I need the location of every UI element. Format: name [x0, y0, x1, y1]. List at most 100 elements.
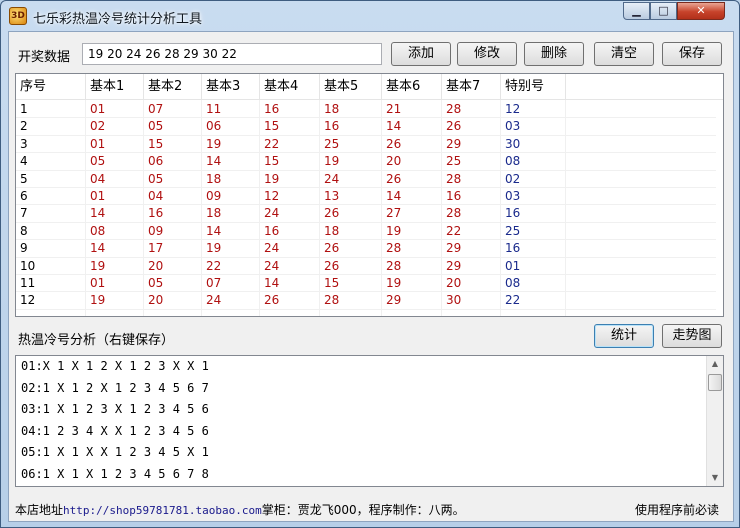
table-row[interactable]: 9 14 17 19 24 26 28 29 16 — [16, 240, 723, 257]
analysis-line: 02:1 X 1 2 X 1 2 3 4 5 6 7 — [21, 380, 209, 395]
basic-number-cell: 01 — [90, 136, 106, 151]
draw-results-table[interactable]: 序号 基本1 基本2 基本3 基本4 基本5 基本6 基本7 特别号 1 01 07 11 16 18 21… — [15, 73, 724, 317]
basic-number-cell: 22 — [206, 258, 222, 273]
column-header[interactable]: 基本2 — [144, 74, 202, 100]
maximize-icon: □ — [658, 4, 669, 17]
table-row[interactable]: 5 04 05 18 19 24 26 28 02 — [16, 171, 723, 188]
column-header[interactable]: 基本3 — [202, 74, 260, 100]
basic-number-cell: 04 — [90, 171, 106, 186]
column-gridline — [565, 100, 566, 316]
basic-number-cell: 12 — [264, 189, 280, 203]
column-header[interactable]: 基本7 — [442, 74, 501, 100]
row-index-cell: 5 — [20, 171, 28, 186]
save-button[interactable]: 保存 — [662, 42, 722, 66]
table-row[interactable]: 4 05 06 14 15 19 20 25 08 — [16, 153, 723, 170]
column-gridline — [319, 100, 320, 316]
basic-number-cell: 15 — [264, 154, 280, 169]
maximize-button[interactable]: □ — [650, 2, 677, 20]
basic-number-cell: 20 — [148, 258, 164, 273]
row-index-cell: 3 — [20, 136, 28, 151]
table-row[interactable]: 6 01 04 09 12 13 14 16 03 — [16, 188, 723, 205]
add-button[interactable]: 添加 — [391, 42, 451, 66]
row-gridline — [16, 308, 716, 310]
clear-button[interactable]: 清空 — [594, 42, 654, 66]
title-bar[interactable]: 3D 七乐彩热温冷号统计分析工具 ▁ □ ✕ — [1, 1, 739, 31]
basic-number-cell: 28 — [446, 102, 462, 116]
column-header[interactable]: 特别号 — [501, 74, 566, 100]
table-row[interactable]: 2 02 05 06 15 16 14 26 03 — [16, 118, 723, 135]
column-gridline — [85, 100, 86, 316]
table-row[interactable]: 10 19 20 22 24 26 28 29 01 — [16, 258, 723, 275]
basic-number-cell: 06 — [206, 119, 222, 134]
column-header[interactable]: 基本5 — [320, 74, 382, 100]
close-button[interactable]: ✕ — [677, 2, 725, 20]
row-index-cell: 1 — [20, 102, 28, 116]
analysis-line: 05:1 X 1 X X 1 2 3 4 5 X 1 — [21, 445, 209, 460]
basic-number-cell: 15 — [324, 276, 340, 290]
basic-number-cell: 29 — [446, 241, 462, 256]
row-index-cell: 4 — [20, 154, 28, 169]
column-header[interactable]: 基本1 — [86, 74, 144, 100]
basic-number-cell: 19 — [206, 241, 222, 256]
shop-link[interactable]: http://shop59781781.taobao.com — [63, 504, 262, 517]
basic-number-cell: 27 — [386, 206, 402, 221]
basic-number-cell: 28 — [324, 293, 340, 308]
table-header: 序号 基本1 基本2 基本3 基本4 基本5 基本6 基本7 特别号 — [16, 74, 723, 100]
basic-number-cell: 20 — [148, 293, 164, 308]
column-gridline — [441, 100, 442, 316]
column-gridline — [259, 100, 260, 316]
minimize-icon: ▁ — [632, 4, 641, 17]
basic-number-cell: 04 — [148, 189, 164, 203]
basic-number-cell: 19 — [386, 276, 402, 290]
basic-number-cell: 16 — [264, 223, 280, 238]
basic-number-cell: 18 — [324, 223, 340, 238]
table-row[interactable]: 7 14 16 18 24 26 27 28 16 — [16, 205, 723, 222]
scroll-up-icon[interactable]: ▲ — [707, 356, 723, 372]
special-number-cell: 16 — [505, 241, 521, 256]
basic-number-cell: 07 — [206, 276, 222, 290]
analysis-output[interactable]: 01:X 1 X 1 2 X 1 2 3 X X 1 02:1 X 1 2 X 1… — [15, 355, 724, 487]
vertical-scrollbar[interactable]: ▲ ▼ — [706, 356, 723, 486]
row-index-cell: 10 — [20, 258, 36, 273]
basic-number-cell: 26 — [264, 293, 280, 308]
table-row[interactable]: 11 01 05 07 14 15 19 20 08 — [16, 275, 723, 292]
stats-button[interactable]: 统计 — [594, 324, 654, 348]
delete-button[interactable]: 删除 — [524, 42, 584, 66]
basic-number-cell: 01 — [90, 189, 106, 203]
column-header[interactable]: 基本4 — [260, 74, 320, 100]
basic-number-cell: 16 — [264, 102, 280, 116]
draw-data-input[interactable] — [82, 43, 382, 65]
basic-number-cell: 28 — [446, 206, 462, 221]
minimize-button[interactable]: ▁ — [623, 2, 650, 20]
special-number-cell: 08 — [505, 276, 521, 290]
basic-number-cell: 26 — [386, 136, 402, 151]
analysis-label: 热温冷号分析（右键保存） — [18, 333, 175, 348]
scroll-thumb[interactable] — [708, 374, 722, 391]
basic-number-cell: 26 — [446, 119, 462, 134]
column-header[interactable]: 序号 — [16, 74, 86, 100]
basic-number-cell: 28 — [446, 171, 462, 186]
analysis-line: 06:1 X 1 X 1 2 3 4 5 6 7 8 — [21, 467, 209, 481]
basic-number-cell: 09 — [148, 223, 164, 238]
basic-number-cell: 14 — [90, 206, 106, 221]
table-row[interactable]: 3 01 15 19 22 25 26 29 30 — [16, 136, 723, 153]
table-row[interactable]: 8 08 09 14 16 18 19 22 25 — [16, 223, 723, 240]
basic-number-cell: 16 — [446, 189, 462, 203]
basic-number-cell: 19 — [324, 154, 340, 169]
column-header[interactable]: 基本6 — [382, 74, 442, 100]
column-gridline — [500, 100, 501, 316]
basic-number-cell: 28 — [386, 241, 402, 256]
edit-button[interactable]: 修改 — [457, 42, 517, 66]
basic-number-cell: 18 — [324, 102, 340, 116]
row-index-cell: 12 — [20, 293, 36, 308]
readme-link[interactable]: 使用程序前必读 — [635, 501, 719, 518]
special-number-cell: 03 — [505, 119, 521, 134]
scroll-down-icon[interactable]: ▼ — [707, 470, 723, 486]
table-row[interactable]: 1 01 07 11 16 18 21 28 12 — [16, 101, 723, 118]
table-row[interactable]: 12 19 20 24 26 28 29 30 22 — [16, 292, 723, 309]
basic-number-cell: 21 — [386, 102, 402, 116]
trend-chart-button[interactable]: 走势图 — [662, 324, 722, 348]
basic-number-cell: 16 — [324, 119, 340, 134]
footer-info: 本店地址http://shop59781781.taobao.com掌柜：贾龙飞… — [15, 501, 465, 518]
basic-number-cell: 14 — [206, 223, 222, 238]
